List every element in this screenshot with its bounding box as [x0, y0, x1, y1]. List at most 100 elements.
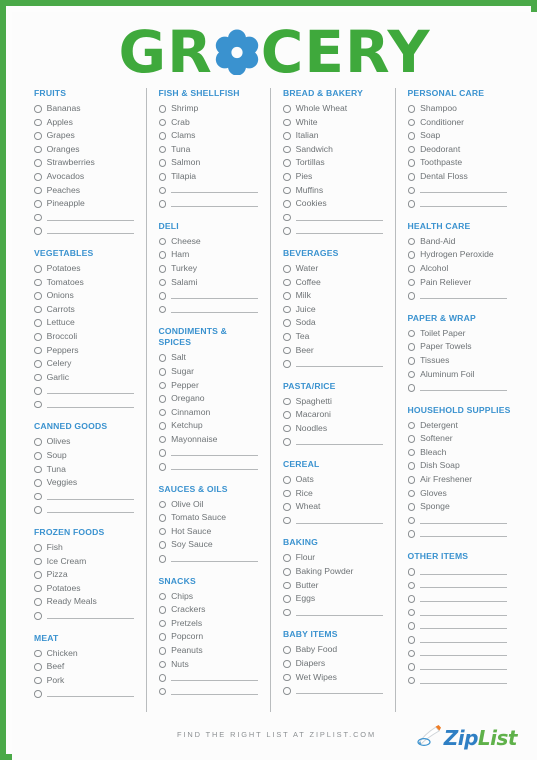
- checklist-item[interactable]: Milk: [283, 289, 387, 303]
- checklist-item[interactable]: Fish: [34, 541, 138, 555]
- checkbox-circle-icon[interactable]: [34, 387, 42, 395]
- checkbox-circle-icon[interactable]: [283, 332, 291, 341]
- checkbox-circle-icon[interactable]: [158, 251, 167, 259]
- checklist-blank-row[interactable]: [34, 224, 138, 238]
- checklist-item[interactable]: Pineapple: [34, 197, 138, 211]
- checkbox-circle-icon[interactable]: [34, 292, 42, 300]
- write-in-line[interactable]: [420, 641, 507, 643]
- checklist-blank-row[interactable]: [407, 289, 512, 303]
- checklist-item[interactable]: Flour: [283, 551, 387, 565]
- checklist-item[interactable]: Baking Powder: [283, 565, 387, 579]
- checkbox-circle-icon[interactable]: [407, 172, 416, 181]
- checkbox-circle-icon[interactable]: [283, 200, 291, 208]
- checkbox-circle-icon[interactable]: [283, 673, 291, 682]
- checklist-item[interactable]: Potatoes: [34, 582, 138, 596]
- checklist-item[interactable]: Coffee: [283, 276, 387, 290]
- write-in-line[interactable]: [171, 679, 258, 681]
- checkbox-circle-icon[interactable]: [407, 186, 416, 195]
- checkbox-circle-icon[interactable]: [283, 227, 291, 235]
- checkbox-circle-icon[interactable]: [158, 118, 167, 127]
- checklist-item[interactable]: Sugar: [158, 365, 263, 379]
- write-in-line[interactable]: [420, 573, 507, 575]
- checkbox-circle-icon[interactable]: [407, 676, 416, 685]
- checkbox-circle-icon[interactable]: [158, 354, 167, 362]
- checklist-item[interactable]: Broccoli: [34, 330, 138, 344]
- checkbox-circle-icon[interactable]: [158, 278, 167, 287]
- checkbox-circle-icon[interactable]: [158, 237, 167, 246]
- checkbox-circle-icon[interactable]: [34, 213, 42, 222]
- checklist-item[interactable]: Grapes: [34, 129, 138, 143]
- checkbox-circle-icon[interactable]: [158, 395, 167, 403]
- checkbox-circle-icon[interactable]: [158, 381, 167, 390]
- checklist-item[interactable]: Ketchup: [158, 419, 263, 433]
- checkbox-circle-icon[interactable]: [158, 200, 167, 208]
- checklist-item[interactable]: Hydrogen Peroxide: [407, 248, 512, 262]
- write-in-line[interactable]: [295, 614, 383, 616]
- checkbox-circle-icon[interactable]: [34, 438, 42, 447]
- write-in-line[interactable]: [46, 696, 134, 698]
- checkbox-circle-icon[interactable]: [283, 292, 291, 300]
- checkbox-circle-icon[interactable]: [34, 544, 42, 552]
- checkbox-circle-icon[interactable]: [158, 422, 167, 430]
- checkbox-circle-icon[interactable]: [283, 305, 291, 314]
- checkbox-circle-icon[interactable]: [158, 105, 167, 113]
- checklist-item[interactable]: Hot Sauce: [158, 525, 263, 539]
- write-in-line[interactable]: [171, 468, 258, 470]
- checklist-item[interactable]: Tissues: [407, 354, 512, 368]
- checkbox-circle-icon[interactable]: [407, 462, 416, 471]
- checkbox-circle-icon[interactable]: [407, 530, 416, 539]
- checklist-blank-row[interactable]: [158, 303, 263, 317]
- checklist-item[interactable]: Cookies: [283, 197, 387, 211]
- checkbox-circle-icon[interactable]: [158, 449, 167, 458]
- checklist-blank-row[interactable]: [283, 435, 387, 449]
- checkbox-circle-icon[interactable]: [34, 132, 42, 140]
- checklist-item[interactable]: Wet Wipes: [283, 671, 387, 685]
- checkbox-circle-icon[interactable]: [158, 172, 167, 181]
- checklist-item[interactable]: Salt: [158, 351, 263, 365]
- checkbox-circle-icon[interactable]: [407, 329, 416, 338]
- checklist-blank-row[interactable]: [283, 224, 387, 238]
- checkbox-circle-icon[interactable]: [283, 646, 291, 654]
- checklist-item[interactable]: Paper Towels: [407, 340, 512, 354]
- checkbox-circle-icon[interactable]: [158, 367, 167, 376]
- checkbox-circle-icon[interactable]: [407, 370, 416, 379]
- checklist-item[interactable]: Water: [283, 262, 387, 276]
- checkbox-circle-icon[interactable]: [34, 663, 42, 671]
- checkbox-circle-icon[interactable]: [34, 506, 42, 515]
- checklist-item[interactable]: Lettuce: [34, 316, 138, 330]
- checkbox-circle-icon[interactable]: [158, 541, 167, 550]
- checklist-item[interactable]: Ice Cream: [34, 555, 138, 569]
- checklist-item[interactable]: Baby Food: [283, 643, 387, 657]
- checklist-blank-row[interactable]: [158, 671, 263, 685]
- checklist-blank-row[interactable]: [283, 684, 387, 698]
- checklist-item[interactable]: Italian: [283, 129, 387, 143]
- checkbox-circle-icon[interactable]: [34, 598, 42, 606]
- write-in-line[interactable]: [46, 219, 134, 221]
- checklist-blank-row[interactable]: [407, 197, 512, 211]
- checklist-item[interactable]: Tomatoes: [34, 276, 138, 290]
- checklist-item[interactable]: Clams: [158, 129, 263, 143]
- checkbox-circle-icon[interactable]: [283, 213, 291, 222]
- checklist-blank-row[interactable]: [34, 687, 138, 701]
- checkbox-circle-icon[interactable]: [407, 435, 416, 443]
- checkbox-circle-icon[interactable]: [407, 649, 416, 658]
- checklist-item[interactable]: Tortillas: [283, 156, 387, 170]
- checkbox-circle-icon[interactable]: [158, 527, 167, 536]
- checkbox-circle-icon[interactable]: [158, 435, 167, 444]
- checklist-item[interactable]: Oats: [283, 473, 387, 487]
- checkbox-circle-icon[interactable]: [34, 118, 42, 127]
- write-in-line[interactable]: [420, 192, 507, 194]
- checkbox-circle-icon[interactable]: [283, 568, 291, 576]
- checklist-blank-row[interactable]: [407, 565, 512, 579]
- checklist-item[interactable]: Pork: [34, 674, 138, 688]
- checklist-item[interactable]: Gloves: [407, 487, 512, 501]
- checkbox-circle-icon[interactable]: [283, 608, 291, 617]
- checkbox-circle-icon[interactable]: [158, 132, 167, 140]
- write-in-line[interactable]: [171, 205, 258, 207]
- checklist-item[interactable]: Sponge: [407, 500, 512, 514]
- checkbox-circle-icon[interactable]: [34, 200, 42, 208]
- checklist-blank-row[interactable]: [158, 197, 263, 211]
- checkbox-circle-icon[interactable]: [34, 492, 42, 501]
- checklist-item[interactable]: Air Freshener: [407, 473, 512, 487]
- checkbox-circle-icon[interactable]: [283, 132, 291, 140]
